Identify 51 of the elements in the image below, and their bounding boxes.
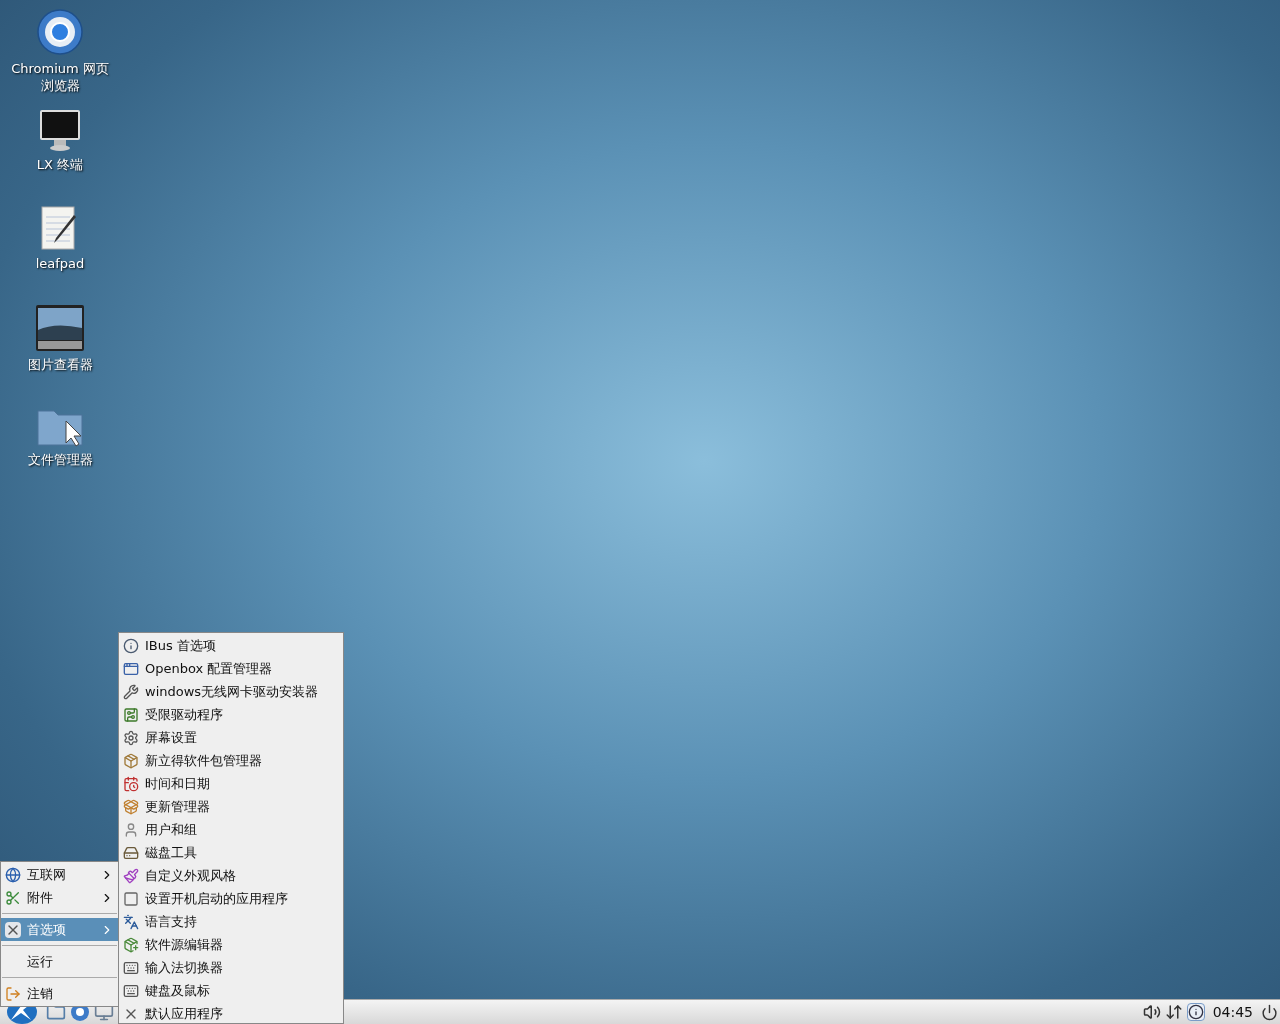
desktop-icon-label[interactable]: 文件管理器 [7,451,113,468]
menu-item[interactable]: 注销 [1,982,118,1005]
desktop-icon-label[interactable]: Chromium 网页浏览器 [7,60,113,94]
calendar-clock-icon [123,775,139,792]
menu-item[interactable]: 磁盘工具 [119,841,343,864]
power-icon[interactable] [1261,1003,1278,1021]
menu-item[interactable]: 互联网 [1,863,118,886]
menu-item[interactable]: 附件 [1,886,118,909]
desktop-icon-label[interactable]: 图片查看器 [7,356,113,373]
menu-item[interactable]: 用户和组 [119,818,343,841]
menu-item[interactable]: 新立得软件包管理器 [119,749,343,772]
brush-icon [123,867,139,884]
window-icon [123,660,139,677]
menu-item[interactable]: 时间和日期 [119,772,343,795]
globe-icon [5,866,21,883]
menu-item[interactable]: windows无线网卡驱动安装器 [119,680,343,703]
photo-frame-icon [35,304,85,352]
package-icon [123,798,139,815]
menu-item[interactable]: 更新管理器 [119,795,343,818]
network-arrows-icon[interactable] [1164,1003,1183,1021]
menu-item[interactable]: 键盘及鼠标 [119,979,343,1002]
keyboard-icon [123,982,139,999]
menu-item[interactable]: 软件源编辑器 [119,933,343,956]
info-icon[interactable] [1186,1003,1205,1021]
menu-item[interactable]: IBus 首选项 [119,634,343,657]
menu-item[interactable]: 运行 [1,950,118,973]
menu-item[interactable]: 输入法切换器 [119,956,343,979]
menu-item[interactable]: 设置开机启动的应用程序 [119,887,343,910]
language-icon [123,913,139,930]
circuit-board-icon [123,706,139,723]
menu-item[interactable]: 语言支持 [119,910,343,933]
menu-item[interactable]: 自定义外观风格 [119,864,343,887]
package-icon [123,752,139,769]
wrench-icon [123,683,139,700]
info-icon [123,637,139,654]
window-icon [123,890,139,907]
settings-icon [123,729,139,746]
keyboard-icon [123,959,139,976]
desktop-icon-label[interactable]: LX 终端 [7,156,113,173]
clock[interactable]: 04:45 [1208,1001,1257,1023]
desktop-icon-label[interactable]: leafpad [7,255,113,272]
menu-item[interactable]: Openbox 配置管理器 [119,657,343,680]
menu-item[interactable]: 默认应用程序 [119,1002,343,1024]
menu-item[interactable]: 受限驱动程序 [119,703,343,726]
logout-icon [5,985,21,1002]
volume-icon[interactable] [1142,1003,1161,1021]
scissors-icon [5,889,21,906]
menu-item[interactable]: 屏幕设置 [119,726,343,749]
browser-globe-icon [36,8,84,56]
package-icon [123,936,139,953]
user-icon [123,821,139,838]
